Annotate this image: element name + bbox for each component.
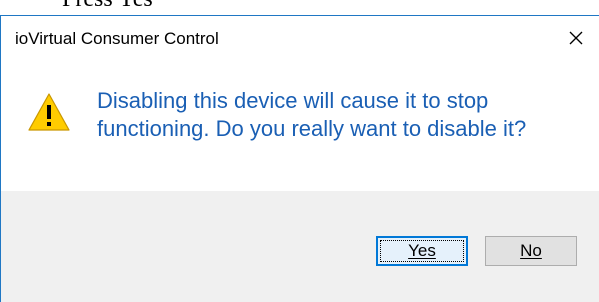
close-button[interactable]	[553, 16, 599, 60]
document-step-text: Press Yes	[62, 0, 153, 11]
dialog-button-bar: Yes No	[1, 191, 599, 302]
document-snippet: Press Yes	[0, 0, 599, 16]
dialog-content: Disabling this device will cause it to s…	[1, 60, 599, 191]
confirmation-dialog: ioVirtual Consumer Control Disabling thi…	[0, 15, 599, 302]
dialog-message: Disabling this device will cause it to s…	[97, 88, 527, 141]
dialog-title: ioVirtual Consumer Control	[15, 29, 219, 48]
no-button[interactable]: No	[485, 236, 577, 266]
close-icon	[569, 31, 583, 45]
yes-button-label: Yes	[408, 241, 436, 260]
no-button-label: No	[520, 241, 542, 260]
yes-button[interactable]: Yes	[376, 236, 468, 266]
warning-triangle-icon	[28, 93, 70, 131]
dialog-titlebar[interactable]: ioVirtual Consumer Control	[1, 16, 599, 60]
